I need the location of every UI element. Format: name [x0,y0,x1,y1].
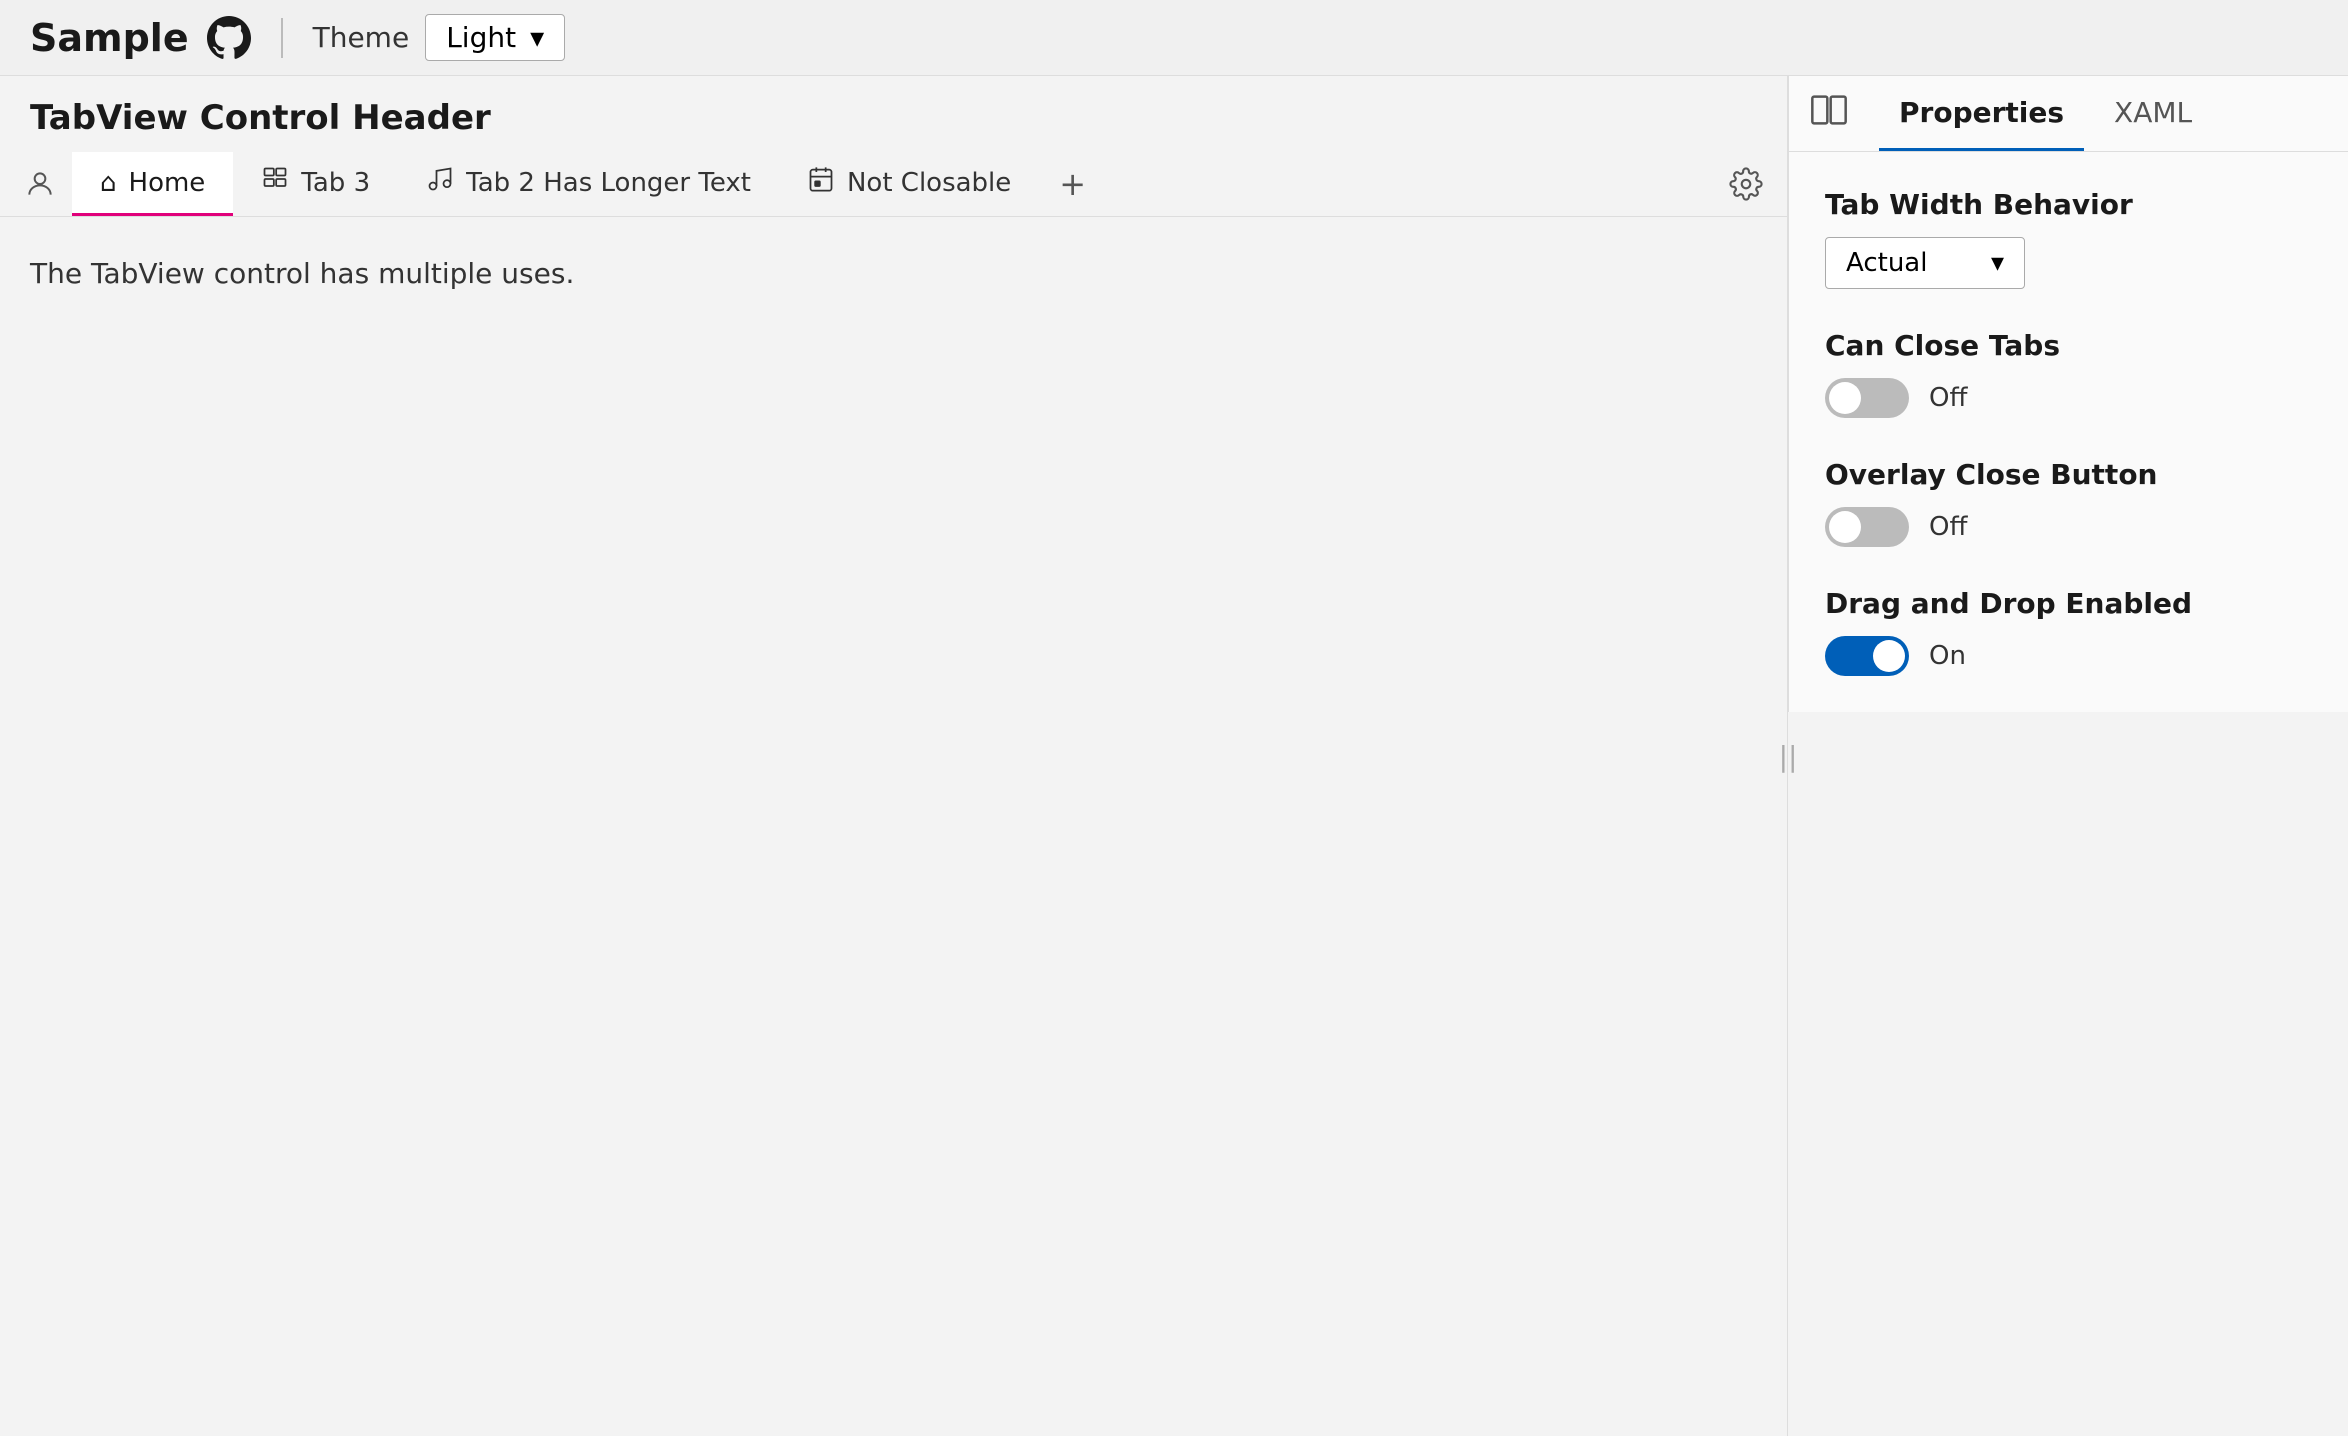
left-panel: TabView Control Header ⌂ Home [0,76,1788,1436]
home-icon: ⌂ [100,168,117,198]
tab-notclosable-label: Not Closable [847,168,1011,198]
overlay-close-toggle-row: Off [1825,507,2312,547]
chevron-down-icon: ▾ [530,21,544,54]
can-close-tabs-state: Off [1929,383,1967,413]
app-title: Sample [30,16,189,60]
tab-notclosable[interactable]: Not Closable [779,152,1039,216]
theme-value: Light [446,21,516,54]
overlay-close-button-label: Overlay Close Button [1825,458,2312,491]
tab-width-value: Actual [1846,248,1927,278]
tab-xaml-label: XAML [2114,96,2192,129]
drag-drop-state: On [1929,641,1966,671]
github-icon[interactable] [207,16,251,60]
tab-bar: ⌂ Home Tab 3 [0,152,1787,217]
right-panel-wrapper: || Properties XAML [1788,76,2348,1436]
tab-tab2longer[interactable]: Tab 2 Has Longer Text [398,152,779,216]
panel-icon-button[interactable] [1809,90,1849,137]
content-text: The TabView control has multiple uses. [30,257,574,290]
content-area: The TabView control has multiple uses. [0,217,1787,330]
panel-tabs: Properties XAML [1789,76,2348,152]
drag-drop-label: Drag and Drop Enabled [1825,587,2312,620]
theme-label: Theme [313,21,410,54]
person-icon[interactable] [8,152,72,216]
right-panel: Properties XAML Tab Width Behavior Actua… [1788,76,2348,712]
drag-drop-knob [1873,640,1905,672]
section-header: TabView Control Header [0,76,1787,152]
overlay-close-state: Off [1929,512,1967,542]
tab-home[interactable]: ⌂ Home [72,152,233,216]
tab-tab3[interactable]: Tab 3 [233,152,398,216]
can-close-tabs-knob [1829,382,1861,414]
drag-drop-toggle-row: On [1825,636,2312,676]
tab-properties[interactable]: Properties [1879,76,2084,151]
settings-button[interactable] [1705,152,1787,216]
resize-handle[interactable]: || [1778,76,1798,1436]
drag-drop-toggle[interactable] [1825,636,1909,676]
tab-properties-label: Properties [1899,96,2064,129]
main-layout: TabView Control Header ⌂ Home [0,76,2348,1436]
overlay-close-knob [1829,511,1861,543]
can-close-tabs-section: Can Close Tabs Off [1825,329,2312,418]
add-tab-button[interactable]: + [1039,152,1106,216]
can-close-tabs-toggle[interactable] [1825,378,1909,418]
overlay-close-button-section: Overlay Close Button Off [1825,458,2312,547]
can-close-tabs-label: Can Close Tabs [1825,329,2312,362]
tab-xaml[interactable]: XAML [2094,76,2212,151]
overlay-close-toggle[interactable] [1825,507,1909,547]
tab-home-label: Home [129,168,206,198]
panel-content: Tab Width Behavior Actual ▾ Can Close Ta… [1789,152,2348,712]
tab-width-behavior-section: Tab Width Behavior Actual ▾ [1825,188,2312,289]
theme-dropdown[interactable]: Light ▾ [425,14,565,61]
tab-tab2longer-label: Tab 2 Has Longer Text [466,168,751,198]
drag-drop-section: Drag and Drop Enabled On [1825,587,2312,676]
tab-tab3-label: Tab 3 [301,168,370,198]
tab-width-behavior-label: Tab Width Behavior [1825,188,2312,221]
top-divider [281,18,283,58]
tab-width-dropdown[interactable]: Actual ▾ [1825,237,2025,289]
tab3-icon [261,165,289,200]
top-bar: Sample Theme Light ▾ [0,0,2348,76]
can-close-tabs-toggle-row: Off [1825,378,2312,418]
music-icon [426,165,454,200]
calendar-icon [807,165,835,200]
chevron-down-icon: ▾ [1991,248,2004,278]
section-title: TabView Control Header [30,98,491,138]
